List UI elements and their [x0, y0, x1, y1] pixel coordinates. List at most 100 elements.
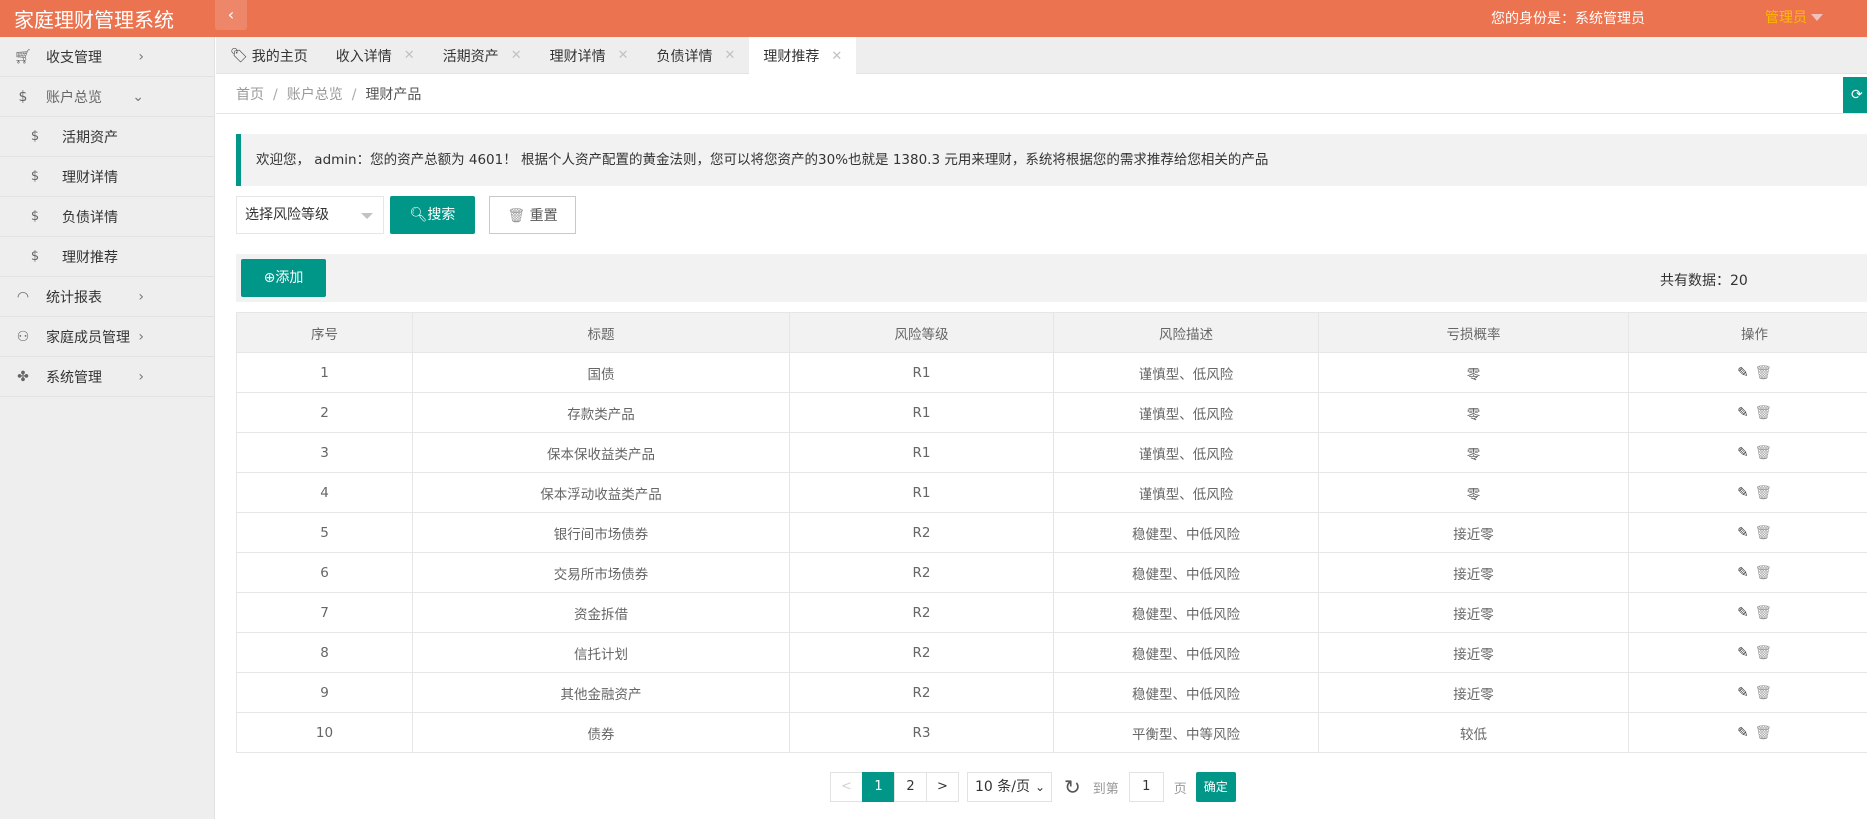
delete-icon[interactable]: 🗑︎ — [1755, 405, 1772, 421]
sidebar-item-family-members[interactable]: ⚇ 家庭成员管理 › — [0, 317, 214, 357]
delete-icon[interactable]: 🗑︎ — [1755, 645, 1772, 661]
table-cell: 谨慎型、低风险 — [1053, 352, 1319, 393]
column-header: 操作 — [1628, 312, 1867, 353]
table-cell: 接近零 — [1318, 672, 1629, 713]
breadcrumb-account-overview[interactable]: 账户总览 — [287, 87, 343, 103]
refresh-icon[interactable]: ↻ — [1064, 775, 1081, 799]
tab-home[interactable]: 🏷︎ 我的主页 — [216, 37, 322, 74]
plus-circle-icon: ⊕ — [263, 270, 276, 286]
tab-finance-recommend[interactable]: 理财推荐 ✕ — [749, 37, 857, 75]
edit-icon[interactable]: ✎ — [1737, 685, 1748, 701]
caret-down-icon[interactable] — [1811, 14, 1823, 21]
sidebar-toggle-button[interactable]: ‹ — [215, 0, 247, 30]
sidebar-item-system[interactable]: ✤ 系统管理 › — [0, 357, 214, 397]
tab-current-assets[interactable]: 活期资产 ✕ — [429, 37, 536, 74]
risk-level-select[interactable]: 选择风险等级 — [236, 196, 384, 234]
edit-icon[interactable]: ✎ — [1737, 525, 1748, 541]
edit-icon[interactable]: ✎ — [1737, 445, 1748, 461]
sidebar-item-finance-details[interactable]: $ 理财详情 — [0, 157, 214, 197]
edit-icon[interactable]: ✎ — [1737, 605, 1748, 621]
prev-page-button[interactable]: < — [830, 772, 863, 802]
table-cell: 存款类产品 — [412, 392, 790, 433]
edit-icon[interactable]: ✎ — [1737, 725, 1748, 741]
user-menu[interactable]: 管理员 — [1765, 7, 1807, 27]
tab-income[interactable]: 收入详情 ✕ — [322, 37, 429, 74]
table-row: 2 存款类产品 R1 谨慎型、低风险零 ✎ 🗑︎ — [236, 392, 1867, 433]
breadcrumb-current: 理财产品 — [365, 87, 422, 103]
sidebar-item-income-expense[interactable]: 🛒︎ 收支管理 › — [0, 37, 214, 77]
table-cell: 债券 — [412, 712, 790, 753]
caret-down-icon — [361, 213, 373, 219]
row-actions: ✎ 🗑︎ — [1628, 392, 1867, 433]
delete-icon[interactable]: 🗑︎ — [1755, 525, 1772, 541]
tab-debt-details[interactable]: 负债详情 ✕ — [643, 37, 750, 74]
search-icon: 🔍︎ — [409, 207, 428, 223]
table-cell: 接近零 — [1318, 512, 1629, 553]
sidebar-item-label: 负债详情 — [62, 209, 118, 226]
table-cell: 4 — [236, 472, 413, 513]
page-size-select[interactable]: 10 条/页 ⌄ — [967, 772, 1052, 802]
edit-icon[interactable]: ✎ — [1737, 565, 1748, 581]
sidebar-item-account-overview[interactable]: $ 账户总览 ⌄ — [0, 77, 214, 117]
top-header: 家庭理财管理系统 ‹ 您的身份是：系统管理员 管理员 — [0, 0, 1867, 37]
dollar-icon: $ — [30, 129, 40, 144]
search-button[interactable]: 🔍︎搜索 — [390, 196, 475, 234]
column-header: 序号 — [236, 312, 413, 353]
delete-icon[interactable]: 🗑︎ — [1755, 565, 1772, 581]
page-2-button[interactable]: 2 — [894, 772, 927, 802]
delete-icon[interactable]: 🗑︎ — [1755, 605, 1772, 621]
table-cell: 保本浮动收益类产品 — [412, 472, 790, 513]
row-actions: ✎ 🗑︎ — [1628, 592, 1867, 633]
delete-icon[interactable]: 🗑︎ — [1755, 445, 1772, 461]
table-cell: 国债 — [412, 352, 790, 393]
chevron-right-icon: › — [138, 368, 144, 385]
reset-button[interactable]: 🗑︎ 重置 — [489, 196, 576, 234]
add-button[interactable]: ⊕添加 — [241, 259, 326, 297]
page-1-button[interactable]: 1 — [862, 772, 895, 802]
table-cell: 零 — [1318, 432, 1629, 473]
close-icon[interactable]: ✕ — [618, 48, 629, 63]
search-label: 搜索 — [427, 207, 456, 223]
sidebar-item-label: 系统管理 — [46, 369, 102, 386]
table-cell: R2 — [789, 672, 1054, 713]
dollar-icon: $ — [30, 169, 40, 184]
delete-icon[interactable]: 🗑︎ — [1755, 485, 1772, 501]
products-table: 序号 标题 风险等级 风险描述 亏损概率 操作 1 国债 R1 谨慎型、低风险零 ✎ 🗑︎… — [236, 312, 1867, 753]
edit-icon[interactable]: ✎ — [1737, 645, 1748, 661]
table-cell: 接近零 — [1318, 632, 1629, 673]
delete-icon[interactable]: 🗑︎ — [1755, 725, 1772, 741]
page-size-value: 10 条/页 — [975, 779, 1030, 795]
breadcrumb-home[interactable]: 首页 — [236, 87, 264, 103]
table-cell: 保本保收益类产品 — [412, 432, 790, 473]
divider — [216, 113, 1867, 114]
close-icon[interactable]: ✕ — [831, 49, 842, 64]
sidebar-item-label: 统计报表 — [46, 289, 102, 306]
row-actions: ✎ 🗑︎ — [1628, 512, 1867, 553]
sidebar-item-reports[interactable]: ◠ 统计报表 › — [0, 277, 214, 317]
delete-icon[interactable]: 🗑︎ — [1755, 685, 1772, 701]
table-header-row: 序号 标题 风险等级 风险描述 亏损概率 操作 — [236, 312, 1867, 353]
close-icon[interactable]: ✕ — [725, 48, 736, 63]
sidebar-item-label: 活期资产 — [62, 129, 118, 146]
table-cell: R1 — [789, 472, 1054, 513]
table-cell: 7 — [236, 592, 413, 633]
table-cell: 8 — [236, 632, 413, 673]
refresh-page-button[interactable]: ⟳ — [1843, 77, 1867, 113]
close-icon[interactable]: ✕ — [511, 48, 522, 63]
close-icon[interactable]: ✕ — [404, 48, 415, 63]
goto-page-input[interactable]: 1 — [1128, 772, 1164, 802]
sidebar-item-debt-details[interactable]: $ 负债详情 — [0, 197, 214, 237]
tab-finance-details[interactable]: 理财详情 ✕ — [536, 37, 643, 74]
edit-icon[interactable]: ✎ — [1737, 365, 1748, 381]
edit-icon[interactable]: ✎ — [1737, 485, 1748, 501]
delete-icon[interactable]: 🗑︎ — [1755, 365, 1772, 381]
sidebar-item-finance-recommend[interactable]: $ 理财推荐 — [0, 237, 214, 277]
table-cell: R2 — [789, 632, 1054, 673]
edit-icon[interactable]: ✎ — [1737, 405, 1748, 421]
sidebar-item-current-assets[interactable]: $ 活期资产 — [0, 117, 214, 157]
tab-label: 活期资产 — [442, 48, 499, 65]
next-page-button[interactable]: > — [926, 772, 959, 802]
sidebar-item-label: 理财推荐 — [62, 249, 118, 266]
goto-confirm-button[interactable]: 确定 — [1195, 772, 1236, 802]
table-cell: R2 — [789, 512, 1054, 553]
